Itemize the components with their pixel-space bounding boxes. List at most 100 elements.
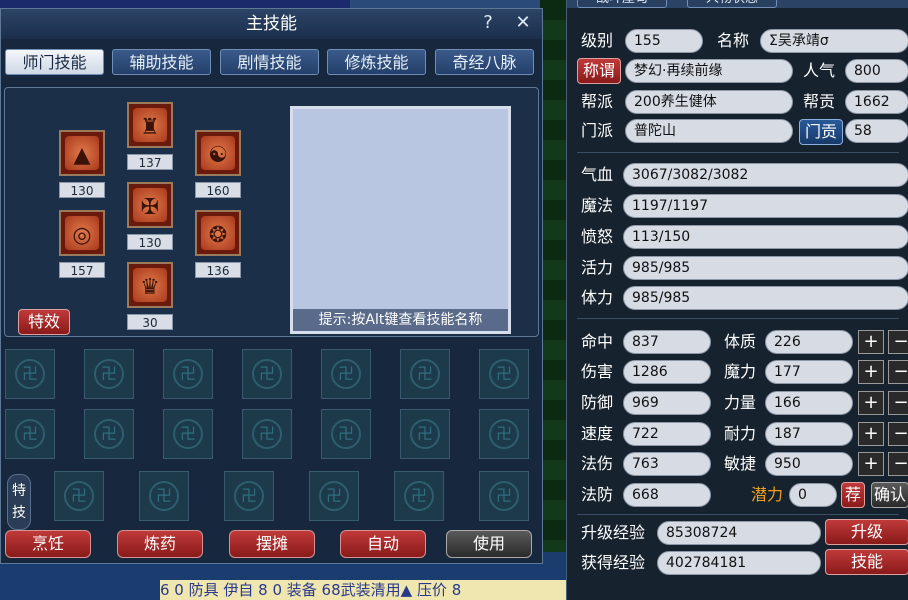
- minus-icon[interactable]: −: [888, 391, 908, 415]
- empty-slot[interactable]: 卍: [400, 349, 450, 399]
- help-button[interactable]: ?: [476, 11, 500, 35]
- recommend-button[interactable]: 荐: [841, 482, 865, 508]
- auto-button[interactable]: 自动: [340, 530, 426, 558]
- empty-slot[interactable]: 卍: [5, 409, 55, 459]
- empty-slot[interactable]: 卍: [321, 409, 371, 459]
- head-profile-icon: ☯: [201, 136, 235, 170]
- title-value: 梦幻·再续前缘: [625, 59, 793, 83]
- minus-icon[interactable]: −: [888, 422, 908, 446]
- emblem-icon: 卍: [173, 419, 203, 449]
- minus-icon[interactable]: −: [888, 330, 908, 354]
- skill-slot-4[interactable]: ✠: [127, 182, 173, 228]
- emblem-icon: 卍: [173, 359, 203, 389]
- skill-slot-7[interactable]: ♛: [127, 262, 173, 308]
- anger-label: 愤怒: [581, 227, 614, 246]
- skill-level: 130: [59, 182, 105, 198]
- emblem-icon: 卍: [94, 359, 124, 389]
- plus-icon[interactable]: +: [858, 452, 884, 476]
- stamina-label: 体力: [581, 288, 614, 307]
- emblem-icon: 卍: [331, 419, 361, 449]
- skill-button[interactable]: 技能: [825, 549, 908, 575]
- plus-icon[interactable]: +: [858, 360, 884, 384]
- gang-label: 帮派: [581, 92, 614, 111]
- background-text: 6 0 防具 伊自 8 0 装备 68武装清用▲ 压价 8: [160, 580, 570, 600]
- potential-label: 潜力: [751, 485, 784, 504]
- stat-value: 837: [623, 330, 711, 354]
- empty-slot[interactable]: 卍: [163, 349, 213, 399]
- stall-button[interactable]: 摆摊: [229, 530, 315, 558]
- emblem-icon: 卍: [252, 359, 282, 389]
- skill-slot-2[interactable]: ♜: [127, 102, 173, 148]
- special-slot[interactable]: 卍: [479, 471, 529, 521]
- alchemy-button[interactable]: 炼药: [117, 530, 203, 558]
- upgrade-exp-value: 85308724: [657, 521, 821, 545]
- skill-level: 160: [195, 182, 241, 198]
- hp-value: 3067/3082/3082: [623, 163, 908, 187]
- special-slot[interactable]: 卍: [309, 471, 359, 521]
- use-button[interactable]: 使用: [446, 530, 532, 558]
- emblem-icon: 卍: [15, 359, 45, 389]
- skill-slot-3[interactable]: ☯: [195, 130, 241, 176]
- level-value: 155: [625, 29, 703, 53]
- effect-button[interactable]: 特效: [18, 309, 70, 335]
- wheel-icon: ❂: [201, 216, 235, 250]
- divider: [577, 318, 899, 319]
- empty-slot[interactable]: 卍: [163, 409, 213, 459]
- gang-value: 200养生健体: [625, 90, 793, 114]
- title-button[interactable]: 称谓: [577, 58, 621, 84]
- tab-sect-skills[interactable]: 师门技能: [5, 49, 104, 75]
- tab-story-skills[interactable]: 剧情技能: [220, 49, 319, 75]
- plus-icon[interactable]: +: [858, 422, 884, 446]
- sect-contrib-button[interactable]: 门贡: [799, 119, 843, 145]
- gang-contrib-label: 帮贡: [803, 92, 836, 111]
- upgrade-button[interactable]: 升级: [825, 519, 908, 545]
- tab-cultivation-skills[interactable]: 修炼技能: [327, 49, 426, 75]
- empty-slot[interactable]: 卍: [242, 349, 292, 399]
- hp-label: 气血: [581, 165, 614, 184]
- divider: [577, 152, 899, 153]
- stat-value: 668: [623, 483, 711, 507]
- gang-contrib-value: 1662: [845, 90, 908, 114]
- plus-icon[interactable]: +: [858, 330, 884, 354]
- popularity-value: 800: [845, 59, 908, 83]
- skill-slot-6[interactable]: ❂: [195, 210, 241, 256]
- special-slot[interactable]: 卍: [224, 471, 274, 521]
- empty-slot[interactable]: 卍: [479, 349, 529, 399]
- potential-value: 0: [789, 483, 837, 507]
- special-slot[interactable]: 卍: [54, 471, 104, 521]
- emblem-icon: 卍: [410, 359, 440, 389]
- empty-slot[interactable]: 卍: [479, 409, 529, 459]
- skill-slot-5[interactable]: ◎: [59, 210, 105, 256]
- attr-label: 敏捷: [724, 454, 757, 473]
- attr-label: 耐力: [724, 424, 757, 443]
- demon-mask-icon: ♜: [133, 108, 167, 142]
- emblem-icon: 卍: [404, 481, 434, 511]
- emblem-icon: 卍: [149, 481, 179, 511]
- tab-status[interactable]: 人物状态: [687, 0, 777, 8]
- emblem-icon: 卍: [489, 481, 519, 511]
- empty-slot[interactable]: 卍: [242, 409, 292, 459]
- minus-icon[interactable]: −: [888, 452, 908, 476]
- tab-meridians[interactable]: 奇经八脉: [435, 49, 534, 75]
- special-slot[interactable]: 卍: [394, 471, 444, 521]
- empty-slot[interactable]: 卍: [84, 409, 134, 459]
- attr-value: 166: [765, 391, 853, 415]
- special-slot[interactable]: 卍: [139, 471, 189, 521]
- empty-slot[interactable]: 卍: [84, 349, 134, 399]
- empty-slot[interactable]: 卍: [5, 349, 55, 399]
- cook-button[interactable]: 烹饪: [5, 530, 91, 558]
- tab-battle[interactable]: 战斗屋甸: [577, 0, 667, 8]
- title-bar[interactable]: 主技能 ? ✕: [1, 9, 542, 39]
- confirm-button[interactable]: 确认: [871, 482, 908, 508]
- skill-preview-panel: 提示:按Alt键查看技能名称: [290, 106, 511, 334]
- close-button[interactable]: ✕: [511, 11, 535, 35]
- empty-slot[interactable]: 卍: [400, 409, 450, 459]
- tab-assist-skills[interactable]: 辅助技能: [112, 49, 211, 75]
- mp-value: 1197/1197: [623, 194, 908, 218]
- minus-icon[interactable]: −: [888, 360, 908, 384]
- skill-level: 157: [59, 262, 105, 278]
- plus-icon[interactable]: +: [858, 391, 884, 415]
- skill-level: 130: [127, 234, 173, 250]
- empty-slot[interactable]: 卍: [321, 349, 371, 399]
- skill-slot-1[interactable]: ▲: [59, 130, 105, 176]
